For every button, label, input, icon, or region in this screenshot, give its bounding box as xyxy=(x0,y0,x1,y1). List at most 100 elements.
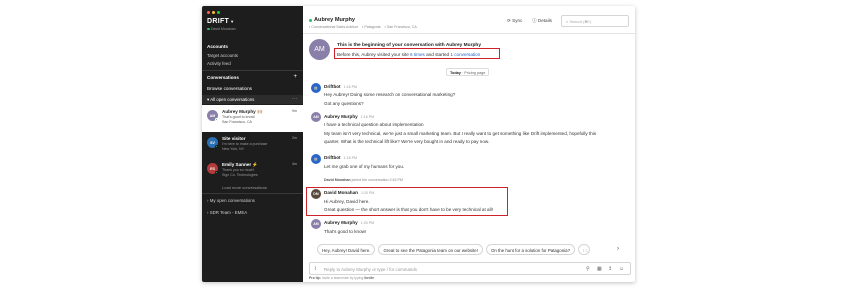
author-name: Driftbot xyxy=(324,155,341,160)
protip-command: /invite xyxy=(364,276,375,280)
message-text: Great question — the short answer is tha… xyxy=(324,207,493,212)
search-input[interactable]: ⌕ Search (⌘K) xyxy=(561,15,629,27)
microphone-icon[interactable]: ↥ xyxy=(608,266,612,272)
contact-name-text: Aubrey Murphy xyxy=(314,17,356,23)
workspace-switcher[interactable]: DRIFT▼ xyxy=(207,18,234,25)
online-status-icon xyxy=(207,27,210,31)
suggested-reply-chip[interactable]: Great to see the Patagonia team on our w… xyxy=(378,244,483,255)
suggested-reply-chip[interactable]: On the hunt for a solution for Patagonia… xyxy=(485,244,576,255)
visits-link[interactable]: 6 times xyxy=(410,52,425,57)
sidebar-group-my-open[interactable]: › My open conversations xyxy=(207,198,255,203)
pro-tip: Pro tip: Invite a teammate by typing /in… xyxy=(309,276,374,280)
user-name: David Monahan xyxy=(211,27,236,31)
open-conversations-group[interactable]: ▾ All open conversations ··· xyxy=(202,95,303,104)
sidebar: DRIFT▼ David Monahan Accounts Target acc… xyxy=(202,6,303,282)
message-author: Aubrey Murphy 1:16 PM xyxy=(324,114,374,119)
message-text: My team isn't very technical, we're just… xyxy=(324,131,597,136)
avatar: DM xyxy=(311,189,321,199)
brand-logo: DRIFT xyxy=(207,18,230,25)
visit-text: and started xyxy=(426,52,450,57)
message-author: David Monahan 1:20 PM xyxy=(324,190,374,195)
message-time: 1:16 PM xyxy=(360,115,375,119)
conversation-location: San Francisco, CA xyxy=(222,120,252,124)
window-controls xyxy=(207,11,220,14)
message-text: Hi Aubrey, David here. xyxy=(324,199,370,204)
new-conversation-plus-icon[interactable]: + xyxy=(293,74,297,80)
message-text: Let me grab one of my humans for you. xyxy=(324,164,405,169)
app-window: DRIFT▼ David Monahan Accounts Target acc… xyxy=(202,6,635,282)
avatar: AM xyxy=(311,219,321,229)
open-group-label: ▾ All open conversations xyxy=(207,97,254,103)
conversations-link[interactable]: 1 conversation xyxy=(450,52,480,57)
chevron-down-icon: ▼ xyxy=(230,19,235,24)
sidebar-item-activity-feed[interactable]: Activity feed xyxy=(207,61,231,66)
conversations-heading[interactable]: Conversations xyxy=(207,75,239,80)
accounts-heading[interactable]: Accounts xyxy=(207,44,228,49)
date-label: Today xyxy=(450,70,461,75)
message-text: That's good to know! xyxy=(324,229,367,234)
contact-name[interactable]: Aubrey Murphy xyxy=(309,17,355,23)
details-label: Details xyxy=(537,18,552,23)
sidebar-item-target-accounts[interactable]: Target accounts xyxy=(207,53,238,58)
conversation-company: Sign Co. Technologies xyxy=(222,173,258,177)
link-icon[interactable]: ⚲ xyxy=(586,266,590,272)
driftbot-avatar: 🤖 xyxy=(311,83,321,93)
more-options-icon[interactable]: ··· xyxy=(292,96,297,102)
system-actor: David Monahan xyxy=(324,178,351,182)
conversation-item-aubrey[interactable]: AM Aubrey Murphy 🙌🏼 9m That's good to kn… xyxy=(202,105,303,132)
briefcase-icon: ▪ Conversational Sales Advisor xyxy=(309,25,359,29)
conversation-preview: Thank you so much! xyxy=(222,168,255,172)
sidebar-divider xyxy=(202,193,303,194)
conversation-pane: Aubrey Murphy ▪ Conversational Sales Adv… xyxy=(303,6,635,282)
protip-label: Pro tip: xyxy=(309,276,321,280)
close-window-button[interactable] xyxy=(207,11,210,14)
online-status-icon xyxy=(309,18,312,22)
sync-button[interactable]: ⟳ Sync xyxy=(507,18,522,24)
contact-company: Patagonia xyxy=(364,25,381,29)
system-event: David Monahan joined the conversation 2:… xyxy=(324,178,403,182)
message-text: quarter. What is the technical lift like… xyxy=(324,139,490,144)
contact-location: San Francisco, CA xyxy=(386,25,417,29)
details-button[interactable]: ⓘ Details xyxy=(532,18,552,24)
message-author: Driftbot 1:16 PM xyxy=(324,84,357,89)
user-status[interactable]: David Monahan xyxy=(207,27,236,31)
conversation-time: 9m xyxy=(292,109,297,113)
calendar-icon[interactable]: ▦ xyxy=(597,266,602,272)
group-label: SDR Team - EMEA xyxy=(209,210,248,215)
driftbot-avatar: 🤖 xyxy=(311,154,321,164)
conversation-preview: That's good to know! xyxy=(222,115,256,119)
message-time: 1:20 PM xyxy=(360,191,375,195)
protip-text: Invite a teammate by typing xyxy=(321,276,364,280)
avatar: AM xyxy=(311,112,321,122)
sidebar-group-sdr-emea[interactable]: › SDR Team - EMEA xyxy=(207,210,247,215)
emoji-icon: ⚡ xyxy=(252,162,259,167)
author-name: David Monahan xyxy=(324,190,358,195)
suggested-reply-chip[interactable]: I c xyxy=(578,244,591,255)
reply-composer[interactable]: ⌇ Reply to Aubrey Murphy or type / for c… xyxy=(309,262,631,275)
message-author: Aubrey Murphy 1:20 PM xyxy=(324,220,374,225)
conversation-item-emily[interactable]: ES Emily Sanner ⚡ 4m Thank you so much! … xyxy=(202,158,303,185)
conversation-location: New York, NY xyxy=(222,147,245,151)
visit-summary: Before this, Aubrey visited your site 6 … xyxy=(337,52,480,57)
suggested-reply-chip[interactable]: Hey, Aubrey! David here. xyxy=(317,244,376,255)
conversation-time: 4m xyxy=(292,162,297,166)
search-placeholder: Search (⌘K) xyxy=(569,19,592,24)
message-author: Driftbot 1:16 PM xyxy=(324,155,357,160)
message-text: Got any questions? xyxy=(324,101,364,106)
location-pin-icon: ▪ San Francisco, CA xyxy=(384,25,417,29)
emoji-icon[interactable]: ☺ xyxy=(619,266,624,272)
minimize-window-button[interactable] xyxy=(212,11,215,14)
page-label: Pricing page xyxy=(464,70,486,75)
message-time: 1:16 PM xyxy=(343,85,357,89)
conversation-item-site-visitor[interactable]: SV Site visitor 2m I'm here to make a pu… xyxy=(202,132,303,159)
visit-text: Before this, Aubrey visited your site xyxy=(337,52,409,57)
conversation-preview: I'm here to make a purchase xyxy=(222,142,268,146)
maximize-window-button[interactable] xyxy=(217,11,220,14)
date-divider: Today · Pricing page xyxy=(446,68,490,76)
load-more-button[interactable]: Load more conversations xyxy=(222,185,267,190)
composer-mode-icon[interactable]: ⌇ xyxy=(314,266,316,272)
contact-avatar: AM xyxy=(309,39,330,60)
contact-title: Conversational Sales Advisor xyxy=(311,25,359,29)
browse-conversations-link[interactable]: Browse conversations xyxy=(207,86,252,91)
chevron-right-icon[interactable]: › xyxy=(617,246,619,252)
